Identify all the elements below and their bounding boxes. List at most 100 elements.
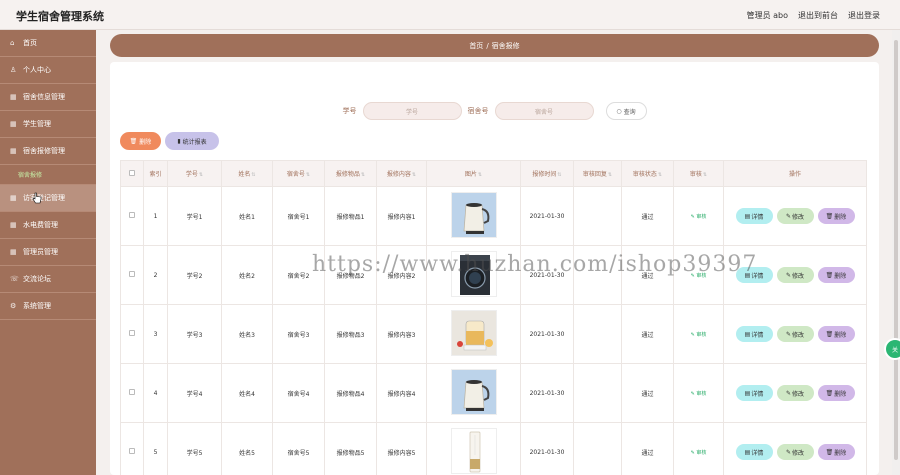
audit-link[interactable]: ✎ 审核 [691, 214, 707, 220]
edit-button[interactable]: ✎ 修改 [776, 385, 814, 401]
watermark: https://www.huzhan.com/ishop39397 [312, 252, 758, 277]
sidebar-item-utilities[interactable]: ▦ 水电费管理 [0, 212, 96, 239]
header-reply[interactable]: 审核回复⇅ [573, 160, 622, 187]
edit-button[interactable]: ✎ 修改 [776, 326, 814, 342]
header-item[interactable]: 报修物品⇅ [324, 160, 377, 187]
delete-button[interactable]: 🗑 删除 [817, 208, 855, 224]
student-no-label: 学号 [342, 107, 357, 115]
sort-icon: ⇅ [657, 172, 663, 178]
cell-index: 3 [143, 304, 168, 364]
search-button[interactable]: ○ 查询 [605, 102, 647, 120]
room-no-input[interactable]: 宿舍号 [494, 102, 594, 120]
cell-room: 宿舍号1 [272, 186, 325, 246]
repair-photo[interactable] [450, 369, 497, 415]
header-status[interactable]: 审核状态⇅ [621, 160, 674, 187]
breadcrumb-home[interactable]: 首页 [469, 41, 483, 51]
sort-icon: ⇅ [251, 172, 256, 178]
student-no-input[interactable]: 学号 [362, 102, 462, 120]
header-room[interactable]: 宿舍号⇅ [272, 160, 325, 187]
header-time[interactable]: 报修时间⇅ [520, 160, 574, 187]
app-title: 学生宿舍管理系统 [16, 10, 104, 23]
row-checkbox[interactable] [120, 363, 144, 423]
select-all-checkbox[interactable] [120, 160, 144, 187]
detail-button[interactable]: ▤ 详情 [735, 385, 773, 401]
header-audit[interactable]: 审核⇅ [673, 160, 724, 187]
row-checkbox[interactable] [120, 422, 144, 475]
cell-status: 通过 [621, 363, 674, 423]
detail-button[interactable]: ▤ 详情 [735, 208, 773, 224]
delete-button[interactable]: 🗑 删除 [817, 326, 855, 342]
detail-button[interactable]: ▤ 详情 [735, 326, 773, 342]
sidebar-subitem-repair[interactable]: 宿舍报修 [0, 165, 96, 185]
header-index: 索引 [143, 160, 168, 187]
edit-button[interactable]: ✎ 修改 [776, 444, 814, 460]
sidebar-item-profile[interactable]: ♙ 个人中心 [0, 57, 96, 84]
report-button[interactable]: ▮ 统计报表 [165, 132, 219, 150]
cell-image [426, 422, 521, 475]
delete-button[interactable]: 🗑 删除 [817, 267, 855, 283]
sidebar-item-admins[interactable]: ▦ 管理员管理 [0, 239, 96, 266]
edit-icon: ✎ [690, 390, 695, 397]
cell-audit: ✎ 审核 [673, 186, 724, 246]
row-checkbox[interactable] [120, 304, 144, 364]
scrollbar-thumb[interactable] [894, 40, 898, 460]
detail-button[interactable]: ▤ 详情 [735, 444, 773, 460]
sidebar-item-dorm-info[interactable]: ▦ 宿舍信息管理 [0, 84, 96, 111]
sidebar-item-label: 宿舍信息管理 [23, 93, 65, 101]
delete-button[interactable]: 🗑 删除 [817, 444, 855, 460]
cell-name: 姓名3 [221, 304, 273, 364]
search-icon: ○ [616, 107, 622, 115]
repair-photo[interactable] [450, 428, 497, 474]
grid-icon: ▦ [10, 194, 17, 202]
trash-icon: 🗑 [825, 271, 834, 279]
header-name[interactable]: 姓名⇅ [221, 160, 273, 187]
audit-link[interactable]: ✎ 审核 [691, 332, 707, 338]
cell-status: 通过 [621, 422, 674, 475]
batch-delete-button[interactable]: 🗑 删除 [120, 132, 161, 150]
cell-time: 2021-01-30 [520, 186, 574, 246]
sort-icon: ⇅ [702, 172, 708, 178]
repair-photo[interactable] [450, 192, 497, 238]
header-content[interactable]: 报修内容⇅ [376, 160, 427, 187]
sidebar-item-label: 水电费管理 [23, 221, 58, 229]
sidebar: ⌂ 首页 ♙ 个人中心 ▦ 宿舍信息管理 ▦ 学生管理 ▦ 宿舍报修管理 宿舍报… [0, 30, 96, 475]
audit-link[interactable]: ✎ 审核 [691, 391, 707, 397]
cell-time: 2021-01-30 [520, 422, 574, 475]
sort-icon: ⇅ [305, 172, 311, 178]
cell-time: 2021-01-30 [520, 363, 574, 423]
grid-icon: ▦ [10, 221, 17, 229]
sidebar-item-home[interactable]: ⌂ 首页 [0, 30, 96, 57]
header-student-no[interactable]: 学号⇅ [167, 160, 222, 187]
sidebar-item-repair[interactable]: ▦ 宿舍报修管理 [0, 138, 96, 165]
scrollbar[interactable]: 关 [884, 30, 900, 475]
table-row: 3 学号3 姓名3 宿舍号3 报修物品3 报修内容3 2021-01-30 通过 ✎ 审核 ▤ 详情… [120, 304, 867, 364]
breadcrumb-separator: / [486, 41, 489, 50]
breadcrumb-current: 宿舍报修 [491, 41, 520, 50]
bar-chart-icon: ▮ [177, 137, 181, 145]
back-to-front-link[interactable]: 退出到前台 [798, 10, 838, 21]
grid-icon: ▦ [10, 93, 17, 101]
logout-link[interactable]: 退出登录 [848, 10, 880, 21]
edit-button[interactable]: ✎ 修改 [776, 208, 814, 224]
trash-icon: 🗑 [825, 448, 834, 456]
cell-operations: ▤ 详情 ✎ 修改 🗑 删除 [723, 186, 867, 246]
detail-icon: ▤ [744, 330, 751, 338]
room-no-label: 宿舍号 [467, 107, 489, 115]
sidebar-item-visitors[interactable]: ▦ 访客登记管理 [0, 185, 96, 212]
sidebar-item-system[interactable]: ⚙ 系统管理 [0, 293, 96, 320]
sidebar-item-students[interactable]: ▦ 学生管理 [0, 111, 96, 138]
row-checkbox[interactable] [120, 245, 144, 305]
delete-button[interactable]: 🗑 删除 [817, 385, 855, 401]
row-checkbox[interactable] [120, 186, 144, 246]
sort-icon: ⇅ [607, 172, 613, 178]
float-button[interactable]: 关 [884, 338, 900, 360]
sidebar-item-forum[interactable]: ☏ 交流论坛 [0, 266, 96, 293]
repair-photo[interactable] [450, 310, 497, 356]
grid-icon: ▦ [10, 147, 17, 155]
user-icon: ♙ [10, 66, 17, 74]
edit-button[interactable]: ✎ 修改 [776, 267, 814, 283]
header-image[interactable]: 图片⇅ [426, 160, 521, 187]
sidebar-item-label: 系统管理 [23, 302, 51, 310]
audit-link[interactable]: ✎ 审核 [691, 450, 707, 456]
top-right-menu: 管理员 abo 退出到前台 退出登录 [747, 10, 880, 21]
